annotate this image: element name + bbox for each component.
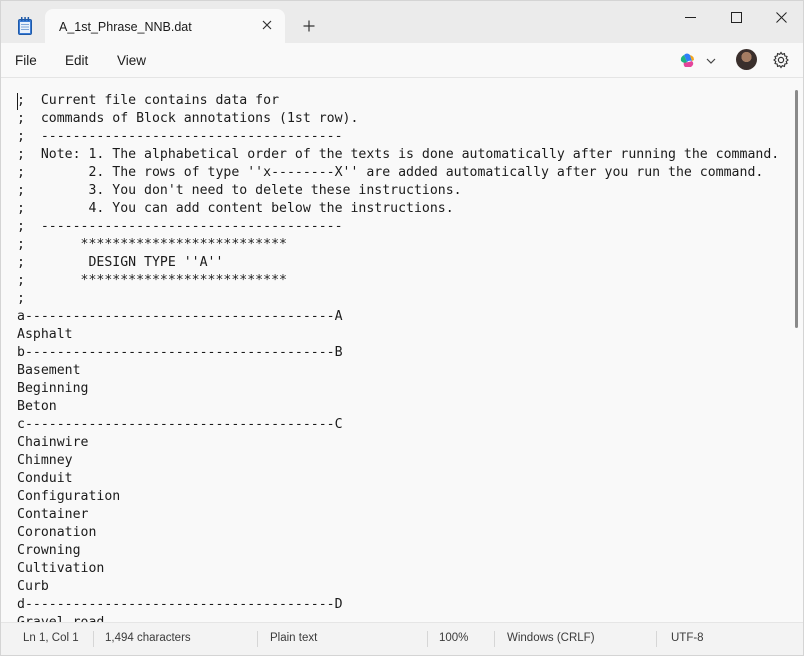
menu-edit[interactable]: Edit bbox=[65, 53, 88, 68]
editor-line: Chimney bbox=[17, 453, 73, 468]
avatar[interactable] bbox=[736, 49, 757, 70]
editor-line: ; Current file contains data for bbox=[17, 93, 280, 108]
format-indicator: Plain text bbox=[270, 632, 318, 644]
tab-title: A_1st_Phrase_NNB.dat bbox=[59, 20, 192, 34]
editor-line: ; bbox=[17, 291, 25, 306]
line-ending-indicator[interactable]: Windows (CRLF) bbox=[507, 632, 595, 644]
editor-line: ; ************************** bbox=[17, 273, 287, 288]
editor-line: Basement bbox=[17, 363, 81, 378]
editor-line: a---------------------------------------… bbox=[17, 309, 343, 324]
editor-line: ; 3. You don't need to delete these inst… bbox=[17, 183, 462, 198]
editor-line: Chainwire bbox=[17, 435, 89, 450]
status-bar: Ln 1, Col 1 1,494 characters Plain text … bbox=[1, 622, 803, 655]
gear-icon[interactable] bbox=[772, 51, 790, 69]
editor-line: ; ************************** bbox=[17, 237, 287, 252]
notepad-window: A_1st_Phrase_NNB.dat File Edit View ; Cu… bbox=[0, 0, 804, 656]
vertical-scrollbar[interactable] bbox=[795, 90, 798, 328]
editor-line: ; DESIGN TYPE ''A'' bbox=[17, 255, 224, 270]
editor-line: Cultivation bbox=[17, 561, 105, 576]
editor-line: Crowning bbox=[17, 543, 81, 558]
menu-file[interactable]: File bbox=[15, 53, 37, 68]
editor-line: Coronation bbox=[17, 525, 97, 540]
chevron-down-icon bbox=[706, 58, 716, 64]
title-bar: A_1st_Phrase_NNB.dat bbox=[1, 1, 803, 44]
maximize-button[interactable] bbox=[713, 1, 759, 33]
editor-line: ; Note: 1. The alphabetical order of the… bbox=[17, 147, 780, 162]
copilot-icon bbox=[680, 53, 694, 67]
editor-line: ; 2. The rows of type ''x--------X'' are… bbox=[17, 165, 764, 180]
new-tab-button[interactable] bbox=[299, 16, 319, 36]
text-caret bbox=[17, 93, 18, 110]
file-tab[interactable]: A_1st_Phrase_NNB.dat bbox=[45, 9, 285, 44]
editor-line: Container bbox=[17, 507, 89, 522]
editor-line: Curb bbox=[17, 579, 49, 594]
copilot-button[interactable] bbox=[679, 52, 719, 70]
character-count: 1,494 characters bbox=[105, 632, 191, 644]
menu-view[interactable]: View bbox=[117, 53, 146, 68]
text-editor[interactable]: ; Current file contains data for ; comma… bbox=[1, 78, 803, 623]
editor-line: d---------------------------------------… bbox=[17, 597, 343, 612]
status-divider bbox=[656, 631, 657, 647]
editor-line: ; -------------------------------------- bbox=[17, 129, 343, 144]
zoom-level[interactable]: 100% bbox=[439, 632, 468, 644]
menu-bar: File Edit View bbox=[1, 43, 803, 78]
editor-line: Asphalt bbox=[17, 327, 73, 342]
status-divider bbox=[93, 631, 94, 647]
close-tab-icon[interactable] bbox=[259, 17, 275, 33]
minimize-button[interactable] bbox=[667, 1, 713, 33]
editor-content[interactable]: ; Current file contains data for ; comma… bbox=[17, 92, 785, 623]
status-divider bbox=[427, 631, 428, 647]
cursor-position: Ln 1, Col 1 bbox=[23, 632, 79, 644]
editor-line: ; -------------------------------------- bbox=[17, 219, 343, 234]
close-window-button[interactable] bbox=[758, 1, 803, 33]
editor-line: b---------------------------------------… bbox=[17, 345, 343, 360]
notepad-icon bbox=[18, 17, 32, 35]
editor-line: Configuration bbox=[17, 489, 121, 504]
encoding-indicator[interactable]: UTF-8 bbox=[671, 632, 704, 644]
editor-line: ; 4. You can add content below the instr… bbox=[17, 201, 454, 216]
editor-line: Beginning bbox=[17, 381, 89, 396]
editor-line: Beton bbox=[17, 399, 57, 414]
status-divider bbox=[494, 631, 495, 647]
editor-line: c---------------------------------------… bbox=[17, 417, 343, 432]
editor-line: Conduit bbox=[17, 471, 73, 486]
status-divider bbox=[257, 631, 258, 647]
editor-line: ; commands of Block annotations (1st row… bbox=[17, 111, 359, 126]
